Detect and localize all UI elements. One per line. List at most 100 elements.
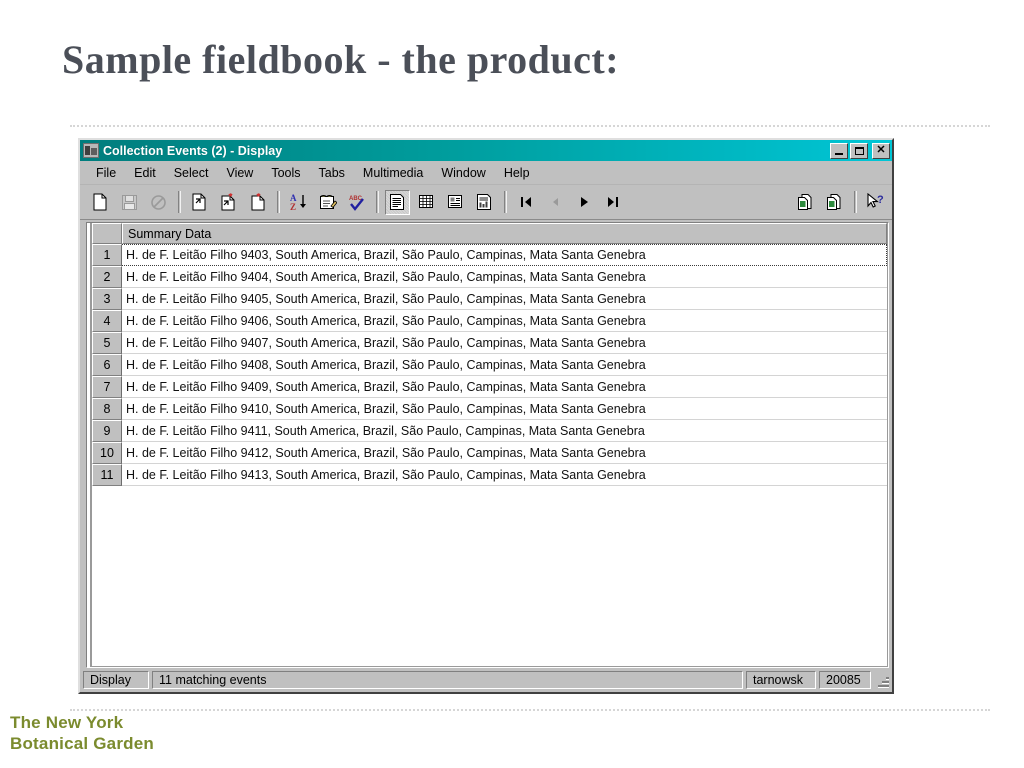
last-record-button[interactable] — [600, 190, 625, 215]
status-user: tarnowsk — [746, 671, 816, 689]
svg-text:Z: Z — [290, 202, 296, 211]
new-document-icon — [93, 193, 107, 211]
menu-multimedia[interactable]: Multimedia — [354, 164, 432, 182]
menu-help[interactable]: Help — [495, 164, 539, 182]
menu-file[interactable]: File — [87, 164, 125, 182]
table-row[interactable]: 8 H. de F. Leitão Filho 9410, South Amer… — [92, 398, 887, 420]
document-star-button[interactable] — [245, 190, 270, 215]
footer-logo-line2: Botanical Garden — [10, 734, 154, 753]
row-number[interactable]: 4 — [92, 310, 122, 332]
document-new-star-button[interactable] — [216, 190, 241, 215]
window-titlebar[interactable]: Collection Events (2) - Display ✕ — [80, 140, 892, 161]
menu-select[interactable]: Select — [165, 164, 218, 182]
copy-record-button[interactable] — [793, 190, 818, 215]
row-number[interactable]: 7 — [92, 376, 122, 398]
paste-record-button[interactable] — [822, 190, 847, 215]
next-record-button[interactable] — [571, 190, 596, 215]
table-row[interactable]: 3 H. de F. Leitão Filho 9405, South Amer… — [92, 288, 887, 310]
row-summary-data[interactable]: H. de F. Leitão Filho 9405, South Americ… — [122, 288, 887, 310]
footer-logo: The New York Botanical Garden — [10, 712, 154, 754]
view-report-icon — [477, 194, 491, 210]
new-document-button[interactable] — [88, 190, 113, 215]
status-number: 20085 — [819, 671, 871, 689]
cancel-button[interactable] — [146, 190, 171, 215]
table-row[interactable]: 10 H. de F. Leitão Filho 9412, South Ame… — [92, 442, 887, 464]
paste-record-icon — [827, 194, 841, 210]
first-record-button[interactable] — [513, 190, 538, 215]
close-icon: ✕ — [876, 144, 886, 156]
edit-notes-button[interactable] — [315, 190, 340, 215]
table-row[interactable]: 1 H. de F. Leitão Filho 9403, South Amer… — [92, 244, 887, 266]
row-number[interactable]: 9 — [92, 420, 122, 442]
table-row[interactable]: 5 H. de F. Leitão Filho 9407, South Amer… — [92, 332, 887, 354]
resize-grip-icon[interactable] — [876, 675, 890, 689]
edit-notes-icon — [319, 194, 337, 209]
copy-record-icon — [798, 194, 812, 210]
spellcheck-button[interactable]: ABC — [344, 190, 369, 215]
row-number[interactable]: 1 — [92, 244, 122, 266]
help-pointer-button[interactable]: ? — [863, 190, 888, 215]
view-form-button[interactable] — [443, 190, 468, 215]
divider-bottom — [70, 709, 990, 711]
maximize-button[interactable] — [850, 142, 868, 159]
row-summary-data[interactable]: H. de F. Leitão Filho 9408, South Americ… — [122, 354, 887, 376]
row-summary-data[interactable]: H. de F. Leitão Filho 9406, South Americ… — [122, 310, 887, 332]
row-summary-data[interactable]: H. de F. Leitão Filho 9410, South Americ… — [122, 398, 887, 420]
document-arrow-button[interactable] — [187, 190, 212, 215]
document-arrow-icon — [192, 193, 206, 211]
application-icon — [83, 143, 99, 158]
toolbar-separator — [854, 191, 857, 213]
row-number[interactable]: 2 — [92, 266, 122, 288]
row-summary-data[interactable]: H. de F. Leitão Filho 9413, South Americ… — [122, 464, 887, 486]
row-summary-data[interactable]: H. de F. Leitão Filho 9407, South Americ… — [122, 332, 887, 354]
view-summary-button[interactable] — [385, 189, 410, 215]
minimize-button[interactable] — [830, 142, 848, 159]
row-number[interactable]: 3 — [92, 288, 122, 310]
data-grid: Summary Data 1 H. de F. Leitão Filho 940… — [86, 222, 889, 668]
status-message: 11 matching events — [152, 671, 743, 689]
menu-tabs[interactable]: Tabs — [310, 164, 354, 182]
spellcheck-icon: ABC — [349, 196, 364, 211]
row-number[interactable]: 10 — [92, 442, 122, 464]
status-mode: Display — [83, 671, 149, 689]
row-number[interactable]: 5 — [92, 332, 122, 354]
cancel-icon — [151, 194, 166, 210]
row-number[interactable]: 6 — [92, 354, 122, 376]
window-title: Collection Events (2) - Display — [103, 143, 283, 158]
view-report-button[interactable] — [472, 190, 497, 215]
row-number[interactable]: 11 — [92, 464, 122, 486]
application-window: Collection Events (2) - Display ✕ File E… — [78, 138, 894, 694]
table-row[interactable]: 7 H. de F. Leitão Filho 9409, South Amer… — [92, 376, 887, 398]
menu-window[interactable]: Window — [432, 164, 494, 182]
table-row[interactable]: 2 H. de F. Leitão Filho 9404, South Amer… — [92, 266, 887, 288]
close-button[interactable]: ✕ — [872, 142, 890, 159]
save-button[interactable] — [117, 190, 142, 215]
menu-tools[interactable]: Tools — [262, 164, 309, 182]
toolbar-separator — [178, 191, 181, 213]
table-row[interactable]: 4 H. de F. Leitão Filho 9406, South Amer… — [92, 310, 887, 332]
row-summary-data[interactable]: H. de F. Leitão Filho 9411, South Americ… — [122, 420, 887, 442]
sort-az-button[interactable]: A Z — [286, 190, 311, 215]
row-summary-data[interactable]: H. de F. Leitão Filho 9412, South Americ… — [122, 442, 887, 464]
table-row[interactable]: 6 H. de F. Leitão Filho 9408, South Amer… — [92, 354, 887, 376]
next-record-icon — [580, 197, 588, 207]
table-row[interactable]: 11 H. de F. Leitão Filho 9413, South Ame… — [92, 464, 887, 486]
menu-edit[interactable]: Edit — [125, 164, 165, 182]
grid-select-all-corner[interactable] — [92, 223, 122, 244]
previous-record-button[interactable] — [542, 190, 567, 215]
toolbar-separator — [277, 191, 280, 213]
row-number[interactable]: 8 — [92, 398, 122, 420]
menu-view[interactable]: View — [217, 164, 262, 182]
help-pointer-icon: ? — [866, 193, 884, 208]
window-controls: ✕ — [830, 142, 890, 159]
row-summary-data[interactable]: H. de F. Leitão Filho 9404, South Americ… — [122, 266, 887, 288]
document-new-star-icon — [221, 193, 235, 211]
row-summary-data[interactable]: H. de F. Leitão Filho 9409, South Americ… — [122, 376, 887, 398]
previous-record-icon — [552, 198, 558, 206]
view-grid-icon — [419, 195, 433, 208]
view-grid-button[interactable] — [414, 190, 439, 215]
column-header-summary-data[interactable]: Summary Data — [122, 223, 887, 244]
row-summary-data[interactable]: H. de F. Leitão Filho 9403, South Americ… — [122, 244, 887, 266]
table-row[interactable]: 9 H. de F. Leitão Filho 9411, South Amer… — [92, 420, 887, 442]
view-form-icon — [448, 195, 462, 208]
